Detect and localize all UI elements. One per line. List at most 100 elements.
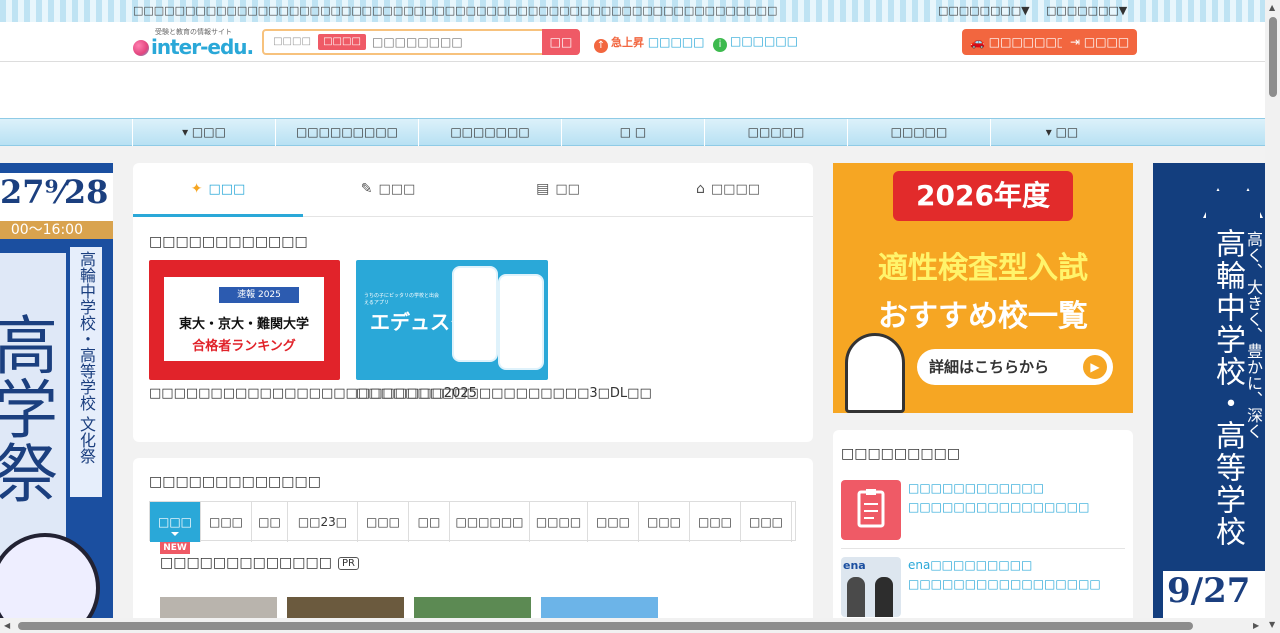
region-tab[interactable]: □□23□	[288, 502, 358, 542]
phone-icon	[452, 266, 498, 362]
flame-icon: ↑	[594, 39, 608, 53]
gnav-item-1[interactable]: ▾ □□□	[132, 119, 275, 146]
left-ad-school-name: 高輪中学校・高等学校 文化祭	[70, 247, 102, 497]
pencil-icon: ✎	[360, 181, 373, 197]
scroll-up-icon[interactable]: ▲	[1269, 3, 1275, 12]
left-ad-time: 00～16:00	[0, 221, 113, 239]
region-tab[interactable]: □□□□	[530, 502, 588, 542]
login-button[interactable]: ⇥ □□□□	[1062, 29, 1138, 55]
recommend-item-2-line1: ena□□□□□□□□□	[908, 558, 1033, 572]
right-ad-motto: 高く、大きく、豊かに、深く	[1244, 231, 1263, 439]
region-tab[interactable]: □□□	[150, 502, 201, 542]
tab-document[interactable]: ▤ □□	[473, 163, 643, 217]
top-menu-1[interactable]: □□□□□□□□▼	[938, 4, 1030, 17]
ena-logo-icon: ena	[843, 559, 866, 572]
search-button[interactable]: □□	[542, 29, 580, 55]
region-title: □□□□□□□□□□□□□	[149, 474, 321, 490]
global-nav: ▾ □□□ □□□□□□□□□ □□□□□□□ □ □ □□□□□ □□□□□ …	[0, 118, 1265, 146]
phone-icon	[498, 274, 544, 370]
gnav-item-5[interactable]: □□□□□	[704, 119, 847, 146]
region-tabs: □□□ □□□ □□ □□23□ □□□ □□ □□□□□□ □□□□ □□□ …	[149, 501, 796, 542]
trending-link[interactable]: ↑ 急上昇 □□□□□	[594, 34, 705, 53]
banner-line1: 適性検査型入試	[878, 251, 1088, 286]
gnav-item-6[interactable]: □□□□□	[847, 119, 990, 146]
vertical-scrollbar[interactable]: ▲ ▼	[1265, 0, 1280, 633]
region-tab[interactable]: □□□	[690, 502, 741, 542]
gnav-item-7[interactable]: ▾ □□	[990, 119, 1133, 146]
ad-strip	[0, 62, 1265, 118]
ranking-badge: 速報 2025	[219, 287, 299, 303]
app-thumbnail[interactable]: うちの子にピッタリの学校と出会えるアプリ エデュスタ	[356, 260, 548, 380]
tab-exam-label: □□□	[378, 182, 416, 197]
login-button-label: □□□□	[1083, 35, 1130, 49]
trending-label: □□□□□	[647, 35, 705, 49]
region-tab[interactable]: □□□	[741, 502, 792, 542]
search-tab-2[interactable]: □□□□	[318, 34, 366, 50]
site-header: 受験と教育の情報サイト inter-edu. □□□□ □□□□ □□ ↑急上昇…	[0, 22, 1265, 62]
tab-exam[interactable]: ✎ □□□	[303, 163, 473, 217]
document-icon: ▤	[536, 181, 550, 197]
banner-year: 2026年度	[893, 171, 1073, 221]
search-input[interactable]	[372, 31, 542, 53]
pickup-title: □□□□□□□□□□□□	[149, 234, 308, 250]
ranking-thumbnail[interactable]: 速報 2025 東大・京大・難関大学 合格者ランキング	[149, 260, 340, 380]
main-tabs: ✦ □□□ ✎ □□□ ▤ □□ ⌂ □□□□	[133, 163, 813, 217]
tab-news-label: □□□	[208, 182, 246, 197]
school-photo[interactable]	[287, 597, 404, 619]
gnav-item-4[interactable]: □ □	[561, 119, 704, 146]
right-ad-date: 9/27	[1163, 571, 1265, 619]
region-tab[interactable]: □□□	[201, 502, 252, 542]
ranking-thumb-panel: 速報 2025 東大・京大・難関大学 合格者ランキング	[164, 277, 324, 361]
school-icon: ⌂	[695, 181, 705, 197]
vertical-scroll-thumb[interactable]	[1269, 17, 1277, 97]
region-tab[interactable]: □□□	[639, 502, 690, 542]
recommend-item-1[interactable]: □□□□□□□□□□□□ □□□□□□□□□□□□□□□□	[908, 479, 1089, 517]
site-logo[interactable]: 受験と教育の情報サイト inter-edu.	[133, 27, 254, 59]
ranking-caption[interactable]: □□□□□□□□□□□□□□□□□□□□□□□□2025	[149, 383, 477, 404]
banner-cta-button[interactable]: 詳細はこちらから ▶	[917, 349, 1113, 385]
region-tab[interactable]: □□	[252, 502, 288, 542]
school-photo[interactable]	[414, 597, 531, 619]
school-photo[interactable]	[541, 597, 658, 619]
top-menu-2[interactable]: □□□□□□□▼	[1046, 4, 1127, 17]
search-tab-1[interactable]: □□□□	[268, 34, 316, 50]
region-tab[interactable]: □□□□□□	[450, 502, 530, 542]
clipboard-icon[interactable]	[841, 480, 901, 540]
recommend-item-2[interactable]: ena□□□□□□□□□ □□□□□□□□□□□□□□□□□	[908, 556, 1101, 594]
top-bar: □□□□□□□□□□□□□□□□□□□□□□□□□□□□□□□□□□□□□□□□…	[0, 0, 1265, 22]
horizontal-scrollbar[interactable]: ◀ ▶	[0, 618, 1265, 633]
new-badge: NEW	[160, 542, 190, 554]
scroll-down-icon[interactable]: ▼	[1269, 620, 1275, 629]
header-button-1[interactable]: 🚗 □□□□□□□	[962, 29, 1077, 55]
gnav-item-2[interactable]: □□□□□□□□□	[275, 119, 418, 146]
ena-photo[interactable]: ena	[841, 557, 901, 617]
tab-school[interactable]: ⌂ □□□□	[643, 163, 813, 217]
pickup-card: ✦ □□□ ✎ □□□ ▤ □□ ⌂ □□□□ □□□□□□□□□□□□ 速報 2025…	[133, 163, 813, 442]
app-caption[interactable]: □□□□□□□□□□□□□□□□□□□3□DL□□	[356, 383, 652, 404]
logo-text: inter-edu.	[151, 35, 254, 59]
play-arrow-icon: ▶	[1083, 355, 1107, 379]
scroll-right-icon[interactable]: ▶	[1253, 621, 1259, 630]
school-photo[interactable]	[160, 597, 277, 619]
sparkle-icon: ✦	[190, 181, 203, 197]
recommend-item-1-line1: □□□□□□□□□□□□	[908, 481, 1045, 495]
region-tab[interactable]: □□	[409, 502, 450, 542]
tab-news[interactable]: ✦ □□□	[133, 163, 303, 217]
aptitude-exam-banner[interactable]: 2026年度 適性検査型入試 おすすめ校一覧 詳細はこちらから ▶	[833, 163, 1133, 413]
trending-badge: 急上昇	[611, 36, 644, 49]
person-icon	[847, 577, 865, 617]
region-headline[interactable]: □□□□□□□□□□□□□ PR	[160, 555, 359, 571]
tab-document-label: □□	[555, 182, 580, 197]
info-label: □□□□□□	[730, 34, 799, 48]
info-link[interactable]: i □□□□□□	[713, 34, 798, 52]
gnav-item-3[interactable]: □□□□□□□	[418, 119, 561, 146]
banner-cta-label: 詳細はこちらから	[929, 358, 1050, 376]
region-tab[interactable]: □□□	[358, 502, 409, 542]
region-tab[interactable]: □□□	[588, 502, 639, 542]
header-button-1-label: □□□□□□□	[988, 35, 1069, 49]
left-side-ad[interactable]: 27⁹⁄28 00～16:00 高学祭 高輪中学校・高等学校 文化祭	[0, 163, 113, 633]
right-side-ad[interactable]: 高輪中学校・高等学校 高く、大きく、豊かに、深く 9/27	[1153, 163, 1265, 633]
scroll-left-icon[interactable]: ◀	[4, 621, 10, 630]
horizontal-scroll-thumb[interactable]	[18, 622, 1193, 630]
logo-wordmark: inter-edu.	[133, 35, 254, 59]
